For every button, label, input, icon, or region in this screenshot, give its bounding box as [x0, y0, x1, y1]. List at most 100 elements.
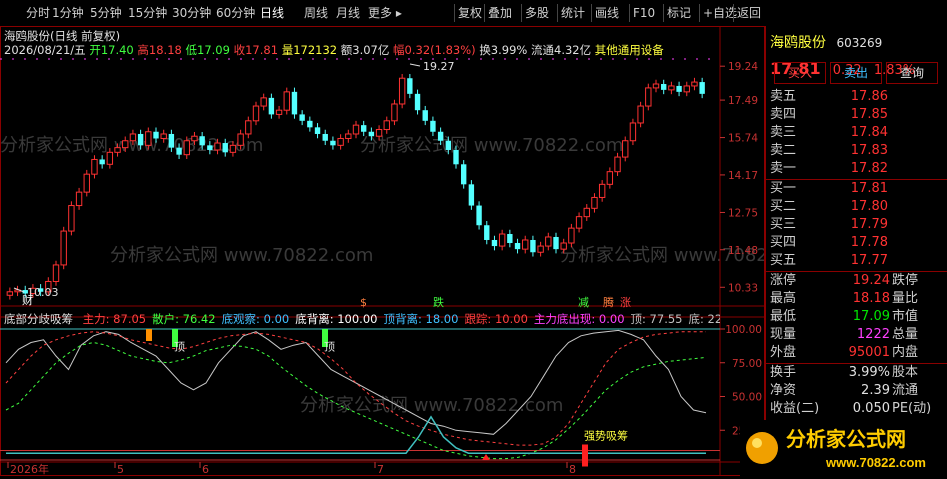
stat-row-2: 最低 17.09 市值 [770, 308, 940, 326]
candle-body-up [283, 91, 290, 111]
buy-label: 买二 [770, 199, 797, 214]
kline-turnover: 换3.99% [479, 43, 528, 57]
toolbar-right-3[interactable]: 统计 [561, 4, 585, 22]
candle-body-down [699, 82, 705, 94]
buy-price: 17.79 [850, 217, 888, 232]
sell-price: 17.86 [850, 89, 888, 104]
zhang-marker: 涨 [620, 296, 631, 309]
toolbar-7[interactable]: 周线 [304, 4, 328, 22]
candle-body-down [445, 140, 451, 150]
candle-body-down [299, 114, 305, 121]
toolbar-6[interactable]: 日线 [260, 4, 284, 22]
buy-label: 买五 [770, 253, 797, 268]
toolbar-4[interactable]: 30分钟 [172, 4, 211, 22]
indicator-header: 底部分歧吸筹 主力: 87.05 散户: 76.42 底观察: 0.00 底背离: 1… [4, 311, 720, 327]
candle-body-up [383, 120, 390, 131]
kline-open: 开17.40 [89, 43, 134, 57]
candle-body-down [407, 78, 413, 94]
kline-close: 收17.81 [233, 43, 279, 57]
indicator-item-3: 底背离: 100.00 [295, 312, 378, 326]
candle-body-down [291, 91, 298, 115]
toolbar-1[interactable]: 1分钟 [52, 4, 84, 22]
candle-body-down [99, 159, 105, 165]
toolbar-0[interactable]: 分时 [26, 4, 50, 22]
toolbar-sep [521, 4, 522, 22]
toolbar-sep [591, 4, 592, 22]
stat-row-0: 涨停 19.24 跌停 [770, 272, 940, 290]
toolbar-2[interactable]: 5分钟 [90, 4, 122, 22]
candle-body-up [275, 109, 283, 115]
candle-body-up [629, 122, 637, 142]
candle-body-up [591, 196, 598, 209]
teng-marker: 腾 [603, 295, 614, 309]
candle-body-up [637, 105, 644, 124]
candle-body-up [129, 133, 137, 142]
ind-axis-label: 50.00 [732, 392, 762, 404]
candle-body-up [60, 230, 67, 266]
stat2-row-1: 净资 2.39 流通 [770, 382, 940, 400]
candle-body-down [168, 133, 175, 148]
candle-body-down [422, 110, 428, 121]
trade-button-0[interactable]: 买入 [774, 62, 826, 84]
indicator-item-4: 顶背离: 18.00 [383, 312, 459, 326]
toolbar-right-6[interactable]: 标记 [667, 4, 691, 22]
sell-row-1: 卖四 17.85 [770, 106, 940, 124]
sell-label: 卖二 [770, 143, 797, 158]
toolbar-right-5[interactable]: F10 [633, 4, 655, 22]
kline-amount: 额3.07亿 [340, 43, 390, 57]
candle-body-up [583, 207, 590, 218]
watermark-text: 分析家公式网 www.70822.com [360, 135, 623, 156]
toolbar-right-2[interactable]: 多股 [525, 4, 549, 22]
toolbar-5[interactable]: 60分钟 [216, 4, 255, 22]
watermark-layer: 分析家公式网 www.70822.com 分析家公式网 www.70822.com… [0, 135, 765, 416]
stat-label: 最低 [770, 309, 797, 324]
toolbar-8[interactable]: 月线 [336, 4, 360, 22]
kline-amplitude: 幅0.32(1.83%) [393, 43, 476, 57]
candle-body-up [622, 140, 629, 158]
toolbar-right-4[interactable]: 画线 [595, 4, 619, 22]
buy-price: 17.77 [850, 253, 888, 268]
x-axis-label: 8 [569, 463, 576, 476]
toolbar-right-0[interactable]: 复权 [458, 4, 482, 22]
candle-body-down [322, 133, 328, 141]
indicator-item-8: 底: 22.4 [688, 312, 720, 326]
stat-label: 涨停 [770, 273, 797, 288]
candle-body-up [398, 77, 406, 105]
ind-ding-label-1: 顶 [174, 341, 185, 354]
stat2-label: 收益(二) [770, 401, 820, 416]
stat-label-2: 市值 [892, 309, 919, 324]
candle-body-up [191, 135, 198, 142]
toolbar-3[interactable]: 15分钟 [128, 4, 167, 22]
buy-price: 17.78 [850, 235, 888, 250]
candle-body-down [207, 145, 213, 150]
toolbar-right-1[interactable]: 叠加 [488, 4, 512, 22]
sell-row-2: 卖三 17.84 [770, 124, 940, 142]
trade-button-2[interactable]: 查询 [886, 62, 938, 84]
candle-body-down [176, 147, 182, 155]
ind-red-bar [582, 444, 588, 467]
toolbar-right-8[interactable]: 返回 [737, 4, 761, 22]
candle-body-up [83, 173, 90, 193]
candle-body-up [75, 191, 83, 207]
candle-body-up [498, 233, 506, 247]
toolbar-sep [557, 4, 558, 22]
trade-button-1[interactable]: 卖出 [830, 62, 882, 84]
candle-body-up [122, 140, 129, 149]
candle-body-down [137, 133, 144, 146]
sell-row-0: 卖五 17.86 [770, 88, 940, 106]
indicator-name[interactable]: 底部分歧吸筹 [4, 312, 73, 326]
stat-value: 17.09 [852, 309, 890, 324]
price-axis-label: 17.49 [728, 95, 758, 107]
stat-row-3: 现量 1222 总量 [770, 326, 940, 344]
toolbar-right-7[interactable]: +自选 [703, 4, 737, 22]
candle-body-up [691, 81, 698, 87]
stat2-value: 0.050 [852, 401, 890, 416]
toolbar-sep [699, 4, 700, 22]
kline-sector: 其他通用设备 [594, 43, 664, 57]
toolbar-9[interactable]: 更多 ▸ [368, 4, 402, 22]
indicator-item-1: 散户: 76.42 [152, 312, 216, 326]
logo-url: www.70822.com [825, 455, 926, 470]
price-axis-label: 19.24 [728, 61, 758, 73]
x-axis-label: 2026年 [10, 462, 49, 476]
kline-info-line: 2026/08/21/五 开17.40 高18.18 低17.09 收17.81… [4, 42, 664, 58]
